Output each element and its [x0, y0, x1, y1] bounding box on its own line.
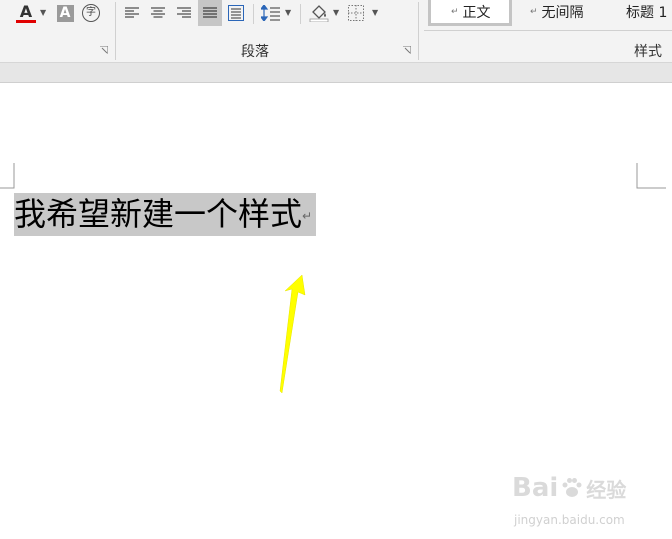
watermark-brand2: 经验 [586, 477, 627, 502]
font-color-button[interactable]: A [14, 2, 38, 24]
line-spacing-icon [261, 5, 280, 21]
align-right-button[interactable] [175, 2, 193, 24]
align-center-button[interactable] [149, 2, 167, 24]
style-heading-1-label: 标题 1 [626, 5, 668, 21]
font-color-dropdown-icon[interactable]: ▼ [40, 8, 46, 17]
paragraph-mark-icon: ↵ [530, 7, 538, 17]
document-text: 我希望新建一个样式 [14, 195, 303, 233]
align-center-icon [151, 7, 165, 18]
watermark-brand: Bai [512, 473, 559, 503]
group-separator [115, 2, 116, 60]
tool-separator [253, 4, 254, 24]
align-left-icon [125, 7, 139, 18]
margin-corner-right [636, 163, 666, 189]
document-page[interactable]: 我希望新建一个样式↵ Bai 经验 jingyan.baidu.com [0, 83, 672, 527]
line-spacing-dropdown-icon[interactable]: ▼ [285, 8, 291, 17]
distributed-icon [228, 5, 244, 21]
borders-button[interactable] [346, 2, 366, 24]
style-no-spacing[interactable]: ↵ 无间隔 [528, 0, 620, 24]
ribbon: A ▼ A 字 ▼ ▼ ▼ 段落 ↵ 正文 ↵ 无间隔 标题 1 样式 [0, 0, 672, 63]
margin-corner-left [0, 163, 15, 189]
paw-icon [562, 478, 582, 497]
font-color-letter: A [19, 1, 33, 21]
paragraph-mark-icon: ↵ [451, 6, 459, 17]
justify-icon [203, 7, 217, 18]
char-shading-icon: A [56, 4, 74, 22]
ruler-strip [0, 63, 672, 83]
line-spacing-button[interactable] [260, 2, 282, 24]
styles-group-label: 样式 [634, 44, 662, 60]
font-dialog-launcher-icon[interactable] [100, 46, 108, 54]
baidu-watermark: Bai 经验 jingyan.baidu.com [512, 469, 662, 539]
phonetic-guide-icon: 字 [82, 4, 100, 22]
style-normal[interactable]: ↵ 正文 [428, 0, 512, 26]
shading-button[interactable] [308, 2, 330, 24]
paragraph-mark-icon: ↵ [302, 209, 313, 223]
char-shading-button[interactable]: A [56, 2, 74, 24]
shading-dropdown-icon[interactable]: ▼ [333, 8, 339, 17]
paragraph-dialog-launcher-icon[interactable] [403, 46, 411, 54]
justify-button[interactable] [198, 0, 222, 26]
style-no-spacing-label: 无间隔 [541, 5, 584, 21]
tool-separator [300, 4, 301, 24]
style-heading-1[interactable]: 标题 1 [626, 0, 672, 24]
distributed-button[interactable] [226, 2, 246, 24]
watermark-url: jingyan.baidu.com [514, 513, 625, 527]
borders-dropdown-icon[interactable]: ▼ [372, 8, 378, 17]
align-left-button[interactable] [123, 2, 141, 24]
styles-gallery: ↵ 正文 ↵ 无间隔 标题 1 [424, 0, 672, 31]
borders-icon [348, 5, 364, 21]
annotation-arrow [279, 274, 306, 394]
paint-bucket-icon [309, 5, 329, 22]
font-color-bar [16, 19, 36, 23]
group-separator [418, 2, 419, 60]
phonetic-guide-button[interactable]: 字 [81, 2, 101, 24]
style-normal-label: 正文 [462, 4, 491, 21]
selected-text[interactable]: 我希望新建一个样式↵ [14, 193, 317, 236]
paragraph-group-label: 段落 [241, 44, 269, 60]
align-right-icon [177, 7, 191, 18]
